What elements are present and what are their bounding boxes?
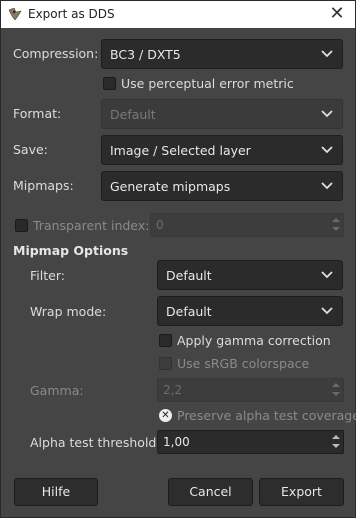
- decrement-icon[interactable]: [332, 444, 340, 448]
- format-value: Default: [110, 107, 156, 122]
- format-label: Format:: [13, 106, 62, 121]
- gamma-stepper: [329, 379, 343, 401]
- compression-value: BC3 / DXT5: [110, 47, 181, 62]
- gamma-correction-label: Apply gamma correction: [177, 333, 331, 348]
- increment-icon[interactable]: [332, 435, 340, 439]
- chevron-down-icon: [321, 271, 333, 279]
- wrap-mode-value: Default: [166, 304, 212, 319]
- gamma-correction-checkbox-box[interactable]: [159, 334, 172, 347]
- save-value: Image / Selected layer: [110, 143, 251, 158]
- perceptual-label: Use perceptual error metric: [121, 76, 294, 91]
- help-button[interactable]: Hilfe: [14, 478, 98, 506]
- preserve-alpha-checkbox: ✕ Preserve alpha test coverage: [159, 407, 356, 425]
- window-title: Export as DDS: [28, 7, 115, 21]
- checked-x-icon: ✕: [159, 409, 172, 422]
- chevron-down-icon: [321, 182, 333, 190]
- alpha-threshold-label: Alpha test threshold:: [30, 435, 161, 450]
- title-bar: Export as DDS ✕: [1, 1, 355, 28]
- srgb-checkbox-box: [159, 357, 172, 370]
- chevron-down-icon: [321, 307, 333, 315]
- dds-export-dialog: Export as DDS ✕ Compression: BC3 / DXT5 …: [0, 0, 356, 518]
- alpha-threshold-value[interactable]: 1,00: [163, 435, 190, 449]
- save-select[interactable]: Image / Selected layer: [101, 135, 343, 165]
- mipmaps-select[interactable]: Generate mipmaps: [101, 171, 343, 201]
- decrement-icon: [332, 392, 340, 396]
- preserve-alpha-label: Preserve alpha test coverage: [177, 408, 356, 423]
- increment-icon: [332, 383, 340, 387]
- mipmaps-label: Mipmaps:: [13, 178, 74, 193]
- chevron-down-icon: [321, 146, 333, 154]
- transparent-index-label: Transparent index:: [33, 218, 150, 233]
- transparent-index-stepper: [329, 214, 343, 236]
- srgb-checkbox: Use sRGB colorspace: [159, 355, 339, 373]
- transparent-index-value: 0: [156, 218, 164, 232]
- export-button[interactable]: Export: [259, 478, 344, 506]
- chevron-down-icon: [321, 110, 333, 118]
- mipmaps-value: Generate mipmaps: [110, 179, 231, 194]
- close-icon[interactable]: ✕: [327, 4, 347, 24]
- format-select: Default: [101, 99, 343, 129]
- gamma-value: 2,2: [163, 383, 183, 397]
- perceptual-checkbox[interactable]: Use perceptual error metric: [103, 75, 323, 93]
- perceptual-checkbox-box[interactable]: [103, 77, 116, 90]
- compression-select[interactable]: BC3 / DXT5: [101, 39, 343, 69]
- filter-value: Default: [166, 268, 212, 283]
- increment-icon: [332, 218, 340, 222]
- transparent-index-checkbox-box[interactable]: [15, 219, 28, 232]
- filter-select[interactable]: Default: [157, 260, 343, 290]
- gimp-icon: [8, 8, 22, 20]
- cancel-button[interactable]: Cancel: [168, 478, 253, 506]
- chevron-down-icon: [321, 50, 333, 58]
- decrement-icon: [332, 227, 340, 231]
- gamma-spinner: 2,2: [157, 378, 344, 402]
- gamma-label: Gamma:: [30, 383, 84, 398]
- save-label: Save:: [13, 142, 48, 157]
- gamma-correction-checkbox[interactable]: Apply gamma correction: [159, 332, 339, 350]
- transparent-index-checkbox[interactable]: Transparent index:: [15, 217, 155, 235]
- alpha-threshold-stepper[interactable]: [329, 431, 343, 453]
- wrap-mode-select[interactable]: Default: [157, 296, 343, 326]
- compression-label: Compression:: [13, 46, 99, 61]
- wrap-mode-label: Wrap mode:: [30, 304, 107, 319]
- mipmap-options-heading: Mipmap Options: [13, 243, 129, 258]
- filter-label: Filter:: [30, 268, 65, 283]
- srgb-label: Use sRGB colorspace: [177, 356, 310, 371]
- alpha-threshold-spinner[interactable]: 1,00: [157, 430, 344, 454]
- transparent-index-spinner: 0: [150, 213, 344, 237]
